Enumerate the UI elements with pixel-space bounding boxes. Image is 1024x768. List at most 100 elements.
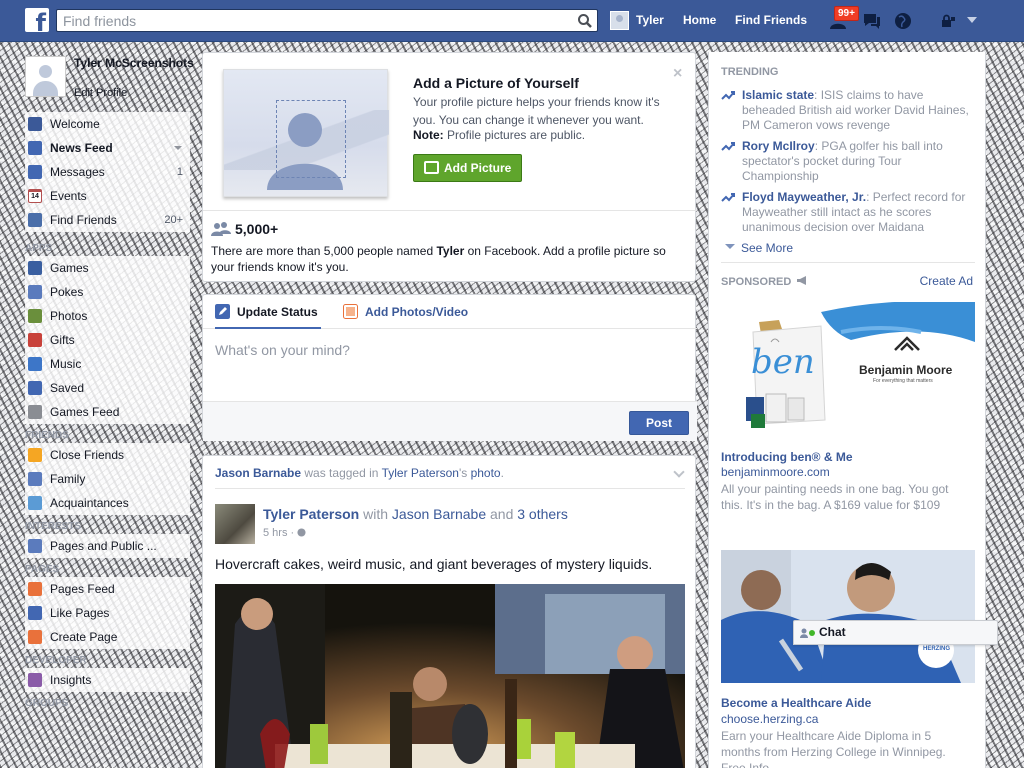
close-icon[interactable]: ×: [673, 65, 682, 83]
section-header-friends[interactable]: FRIENDS: [25, 428, 190, 443]
sidebar-item-pokes[interactable]: Pokes: [25, 280, 190, 304]
search-icon[interactable]: [577, 13, 593, 29]
sidebar-item-messages[interactable]: Messages 1: [25, 160, 190, 184]
sidebar-item-create-page[interactable]: Create Page: [25, 625, 190, 649]
sidebar-item-close-friends[interactable]: Close Friends: [25, 443, 190, 467]
privacy-lock-icon[interactable]: [940, 13, 956, 29]
profile-link[interactable]: Tyler: [636, 13, 664, 27]
photo-frame-icon: [424, 161, 439, 174]
sidebar-item-insights[interactable]: Insights: [25, 668, 190, 692]
sidebar-item-events[interactable]: 14 Events: [25, 184, 190, 208]
notifications-globe-icon[interactable]: [893, 11, 913, 31]
sidebar-item-welcome[interactable]: Welcome: [25, 112, 190, 136]
trending-arrow-icon: [721, 142, 735, 151]
messages-count: 1: [176, 166, 183, 178]
user-avatar[interactable]: [610, 11, 629, 30]
sidebar-item-find-friends[interactable]: Find Friends 20+: [25, 208, 190, 232]
section-header-pages[interactable]: PAGES: [25, 562, 190, 577]
sidebar-item-pages-and-public[interactable]: Pages and Public ...: [25, 534, 190, 558]
actor-link[interactable]: Jason Barnabe: [215, 466, 301, 480]
owner-link[interactable]: Tyler Paterson: [382, 466, 459, 480]
others-link[interactable]: 3 others: [517, 506, 568, 522]
see-more-link[interactable]: See More: [725, 241, 793, 255]
sidebar-item-acquaintances[interactable]: Acquaintances: [25, 491, 190, 515]
sidebar-item-like-pages[interactable]: Like Pages: [25, 601, 190, 625]
facebook-logo[interactable]: f: [25, 8, 49, 35]
story-title: Tyler Paterson with Jason Barnabe and 3 …: [263, 506, 568, 522]
profile-picture-placeholder[interactable]: [25, 56, 66, 97]
calendar-icon: 14: [28, 189, 42, 203]
author-link[interactable]: Tyler Paterson: [263, 506, 359, 522]
top-bar: f Tyler Home Find Friends 99+: [0, 0, 1024, 42]
create-page-icon: [28, 630, 42, 644]
story-photo[interactable]: [215, 584, 685, 768]
chevron-down-icon[interactable]: [673, 466, 685, 478]
photos-icon: [28, 309, 42, 323]
ad-image-benjamin-moore[interactable]: ben Benjamin Moore For everything that m…: [721, 302, 975, 442]
add-picture-button[interactable]: Add Picture: [413, 154, 522, 182]
ad-tagline-text: For everything that matters: [873, 378, 933, 384]
ad-title[interactable]: Become a Healthcare Aide: [721, 696, 871, 710]
edit-profile-link[interactable]: Edit Profile: [74, 87, 127, 99]
create-ad-link[interactable]: Create Ad: [920, 274, 973, 288]
account-caret-icon[interactable]: [967, 17, 977, 23]
pencil-icon: [215, 304, 230, 319]
search-box[interactable]: [56, 9, 598, 32]
megaphone-icon: [28, 582, 42, 596]
chevron-down-icon[interactable]: [174, 146, 182, 150]
prompt-description: Your profile picture helps your friends …: [413, 95, 660, 127]
people-icon: [211, 222, 231, 236]
sidebar-item-pages-feed[interactable]: Pages Feed: [25, 577, 190, 601]
megaphone-icon[interactable]: [796, 275, 808, 286]
section-header-groups[interactable]: GROUPS: [25, 696, 190, 711]
sidebar-item-family[interactable]: Family: [25, 467, 190, 491]
trending-item[interactable]: Floyd Mayweather, Jr.: Perfect record fo…: [721, 190, 971, 235]
messages-icon[interactable]: [862, 11, 882, 31]
sidebar-item-games-feed[interactable]: Games Feed: [25, 400, 190, 424]
ad-domain[interactable]: benjaminmoore.com: [721, 465, 830, 479]
insights-icon: [28, 673, 42, 687]
sidebar-item-gifts[interactable]: Gifts: [25, 328, 190, 352]
trending-item[interactable]: Rory McIlroy: PGA golfer his ball into s…: [721, 139, 971, 184]
people-count: 5,000+: [235, 221, 279, 237]
chat-user-online-icon: [800, 628, 815, 638]
home-link[interactable]: Home: [683, 13, 716, 27]
chat-tab[interactable]: Chat: [793, 620, 998, 645]
tab-update-status[interactable]: Update Status: [215, 304, 318, 319]
ad-title[interactable]: Introducing ben® & Me: [721, 450, 853, 464]
ad-description: Earn your Healthcare Aide Diploma in 5 m…: [721, 729, 946, 768]
find-friends-link[interactable]: Find Friends: [735, 13, 807, 27]
friend-requests-badge: 99+: [834, 6, 859, 21]
nav-developer: Insights: [25, 668, 190, 692]
nav-main: Welcome News Feed Messages 1 14 Events Fin…: [25, 112, 190, 232]
right-column: TRENDING Islamic state: ISIS claims to h…: [708, 52, 986, 768]
profile-name[interactable]: Tyler McScreenshots: [74, 56, 194, 70]
sidebar-item-news-feed[interactable]: News Feed: [25, 136, 190, 160]
section-header-interests[interactable]: INTERESTS: [25, 519, 190, 534]
games-icon: [28, 261, 42, 275]
trending-item[interactable]: Islamic state: ISIS claims to have behea…: [721, 88, 971, 133]
sidebar-item-saved[interactable]: Saved: [25, 376, 190, 400]
public-globe-icon: [297, 528, 306, 537]
ad-script-text: ben: [751, 342, 815, 382]
ad-logo-text: HERZING: [923, 646, 950, 652]
section-header-apps[interactable]: APPS: [25, 241, 190, 256]
sidebar-item-games[interactable]: Games: [25, 256, 190, 280]
tagged-link[interactable]: Jason Barnabe: [392, 506, 486, 522]
status-input[interactable]: [203, 329, 697, 401]
section-header-developer[interactable]: DEVELOPER: [25, 653, 190, 668]
profile-picture-frame[interactable]: [223, 69, 389, 197]
tab-add-photos-video[interactable]: Add Photos/Video: [343, 304, 468, 319]
author-avatar[interactable]: [215, 504, 255, 544]
sidebar-item-photos[interactable]: Photos: [25, 304, 190, 328]
ad-image-herzing[interactable]: HERZING: [721, 550, 975, 683]
thumbs-up-icon: [28, 606, 42, 620]
sidebar-item-music[interactable]: Music: [25, 352, 190, 376]
ad-domain[interactable]: choose.herzing.ca: [721, 712, 818, 726]
feed-story: Jason Barnabe was tagged in Tyler Paters…: [202, 455, 696, 768]
search-input[interactable]: [57, 10, 567, 31]
gifts-icon: [28, 333, 42, 347]
trending-arrow-icon: [721, 91, 735, 100]
post-button[interactable]: Post: [629, 411, 689, 435]
photo-link[interactable]: photo: [471, 466, 501, 480]
